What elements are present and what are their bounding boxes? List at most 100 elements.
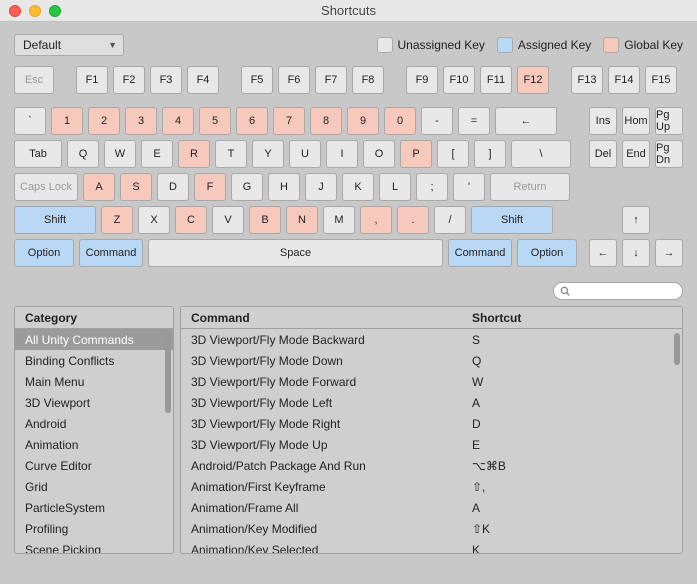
key-3[interactable]: 3 bbox=[125, 107, 157, 135]
key--[interactable]: / bbox=[434, 206, 466, 234]
key-ins[interactable]: Ins bbox=[589, 107, 617, 135]
key-shift[interactable]: Shift bbox=[471, 206, 553, 234]
key-c[interactable]: C bbox=[175, 206, 207, 234]
key-option[interactable]: Option bbox=[517, 239, 577, 267]
key--[interactable]: - bbox=[421, 107, 453, 135]
key-f10[interactable]: F10 bbox=[443, 66, 475, 94]
key-y[interactable]: Y bbox=[252, 140, 284, 168]
category-item[interactable]: Grid bbox=[15, 476, 173, 497]
command-item[interactable]: Android/Patch Package And Run⌥⌘B bbox=[181, 455, 682, 476]
command-item[interactable]: 3D Viewport/Fly Mode BackwardS bbox=[181, 329, 682, 350]
key--[interactable]: ` bbox=[14, 107, 46, 135]
key-f14[interactable]: F14 bbox=[608, 66, 640, 94]
key-esc[interactable]: Esc bbox=[14, 66, 54, 94]
key-7[interactable]: 7 bbox=[273, 107, 305, 135]
key-g[interactable]: G bbox=[231, 173, 263, 201]
key--[interactable]: ' bbox=[453, 173, 485, 201]
key-caps-lock[interactable]: Caps Lock bbox=[14, 173, 78, 201]
category-item[interactable]: Binding Conflicts bbox=[15, 350, 173, 371]
key-f[interactable]: F bbox=[194, 173, 226, 201]
command-item[interactable]: Animation/First Keyframe⇧, bbox=[181, 476, 682, 497]
scrollbar[interactable] bbox=[165, 333, 171, 413]
command-item[interactable]: Animation/Frame AllA bbox=[181, 497, 682, 518]
key-q[interactable]: Q bbox=[67, 140, 99, 168]
key-f5[interactable]: F5 bbox=[241, 66, 273, 94]
key-m[interactable]: M bbox=[323, 206, 355, 234]
key--[interactable]: , bbox=[360, 206, 392, 234]
key-4[interactable]: 4 bbox=[162, 107, 194, 135]
key--[interactable]: ] bbox=[474, 140, 506, 168]
key-h[interactable]: H bbox=[268, 173, 300, 201]
key-1[interactable]: 1 bbox=[51, 107, 83, 135]
key-command[interactable]: Command bbox=[448, 239, 512, 267]
category-item[interactable]: 3D Viewport bbox=[15, 392, 173, 413]
key--[interactable]: ↓ bbox=[622, 239, 650, 267]
key-pg-up[interactable]: Pg Up bbox=[655, 107, 683, 135]
command-item[interactable]: 3D Viewport/Fly Mode DownQ bbox=[181, 350, 682, 371]
key-f4[interactable]: F4 bbox=[187, 66, 219, 94]
command-item[interactable]: 3D Viewport/Fly Mode UpE bbox=[181, 434, 682, 455]
key--[interactable]: ↑ bbox=[622, 206, 650, 234]
key-l[interactable]: L bbox=[379, 173, 411, 201]
key-r[interactable]: R bbox=[178, 140, 210, 168]
key-a[interactable]: A bbox=[83, 173, 115, 201]
category-item[interactable]: All Unity Commands bbox=[15, 329, 173, 350]
key-i[interactable]: I bbox=[326, 140, 358, 168]
key--[interactable]: ; bbox=[416, 173, 448, 201]
key-w[interactable]: W bbox=[104, 140, 136, 168]
key-j[interactable]: J bbox=[305, 173, 337, 201]
scrollbar[interactable] bbox=[674, 333, 680, 365]
category-item[interactable]: Animation bbox=[15, 434, 173, 455]
key-f1[interactable]: F1 bbox=[76, 66, 108, 94]
key--[interactable]: [ bbox=[437, 140, 469, 168]
category-item[interactable]: ParticleSystem bbox=[15, 497, 173, 518]
category-item[interactable]: Scene Picking bbox=[15, 539, 173, 553]
key-p[interactable]: P bbox=[400, 140, 432, 168]
key-return[interactable]: Return bbox=[490, 173, 570, 201]
key-hom[interactable]: Hom bbox=[622, 107, 650, 135]
key-u[interactable]: U bbox=[289, 140, 321, 168]
key-9[interactable]: 9 bbox=[347, 107, 379, 135]
category-item[interactable]: Profiling bbox=[15, 518, 173, 539]
key-f7[interactable]: F7 bbox=[315, 66, 347, 94]
key-shift[interactable]: Shift bbox=[14, 206, 96, 234]
key-f11[interactable]: F11 bbox=[480, 66, 512, 94]
key-f15[interactable]: F15 bbox=[645, 66, 677, 94]
key-2[interactable]: 2 bbox=[88, 107, 120, 135]
category-item[interactable]: Curve Editor bbox=[15, 455, 173, 476]
key-5[interactable]: 5 bbox=[199, 107, 231, 135]
key-f2[interactable]: F2 bbox=[113, 66, 145, 94]
key-k[interactable]: K bbox=[342, 173, 374, 201]
key-pg-dn[interactable]: Pg Dn bbox=[655, 140, 683, 168]
key--[interactable]: ← bbox=[495, 107, 557, 135]
key--[interactable]: → bbox=[655, 239, 683, 267]
key-n[interactable]: N bbox=[286, 206, 318, 234]
key-f12[interactable]: F12 bbox=[517, 66, 549, 94]
key-o[interactable]: O bbox=[363, 140, 395, 168]
close-icon[interactable] bbox=[9, 5, 21, 17]
key--[interactable]: . bbox=[397, 206, 429, 234]
key-del[interactable]: Del bbox=[589, 140, 617, 168]
key-option[interactable]: Option bbox=[14, 239, 74, 267]
key-z[interactable]: Z bbox=[101, 206, 133, 234]
command-item[interactable]: 3D Viewport/Fly Mode ForwardW bbox=[181, 371, 682, 392]
key-s[interactable]: S bbox=[120, 173, 152, 201]
command-item[interactable]: 3D Viewport/Fly Mode LeftA bbox=[181, 392, 682, 413]
key-v[interactable]: V bbox=[212, 206, 244, 234]
category-item[interactable]: Android bbox=[15, 413, 173, 434]
minimize-icon[interactable] bbox=[29, 5, 41, 17]
key--[interactable]: = bbox=[458, 107, 490, 135]
key-command[interactable]: Command bbox=[79, 239, 143, 267]
key-f13[interactable]: F13 bbox=[571, 66, 603, 94]
zoom-icon[interactable] bbox=[49, 5, 61, 17]
key-d[interactable]: D bbox=[157, 173, 189, 201]
command-item[interactable]: Animation/Key SelectedK bbox=[181, 539, 682, 553]
key-f3[interactable]: F3 bbox=[150, 66, 182, 94]
key-space[interactable]: Space bbox=[148, 239, 443, 267]
key-f8[interactable]: F8 bbox=[352, 66, 384, 94]
key--[interactable]: ← bbox=[589, 239, 617, 267]
key-f6[interactable]: F6 bbox=[278, 66, 310, 94]
key-8[interactable]: 8 bbox=[310, 107, 342, 135]
key-b[interactable]: B bbox=[249, 206, 281, 234]
key-6[interactable]: 6 bbox=[236, 107, 268, 135]
